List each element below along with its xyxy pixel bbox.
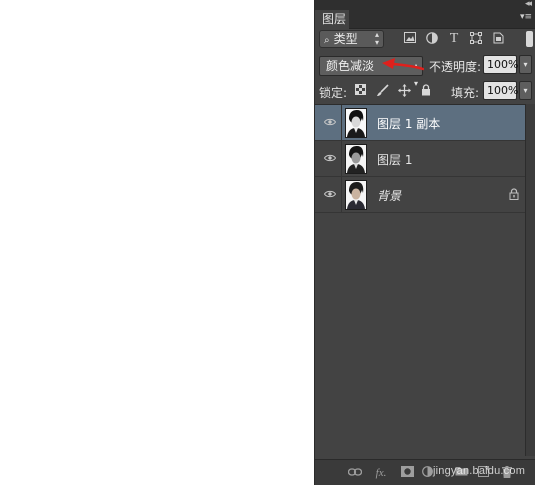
layer-name: 背景 bbox=[377, 189, 402, 203]
lock-row: 锁定: 填充: 100% ▾ bbox=[315, 80, 535, 102]
lock-position-icon[interactable] bbox=[397, 84, 411, 98]
lock-all-icon[interactable] bbox=[419, 84, 433, 98]
lock-label: 锁定: bbox=[319, 86, 348, 100]
add-mask-icon[interactable] bbox=[399, 466, 415, 480]
layer-thumbnail bbox=[345, 144, 367, 174]
layers-panel: ◂◂ 图层 ▾≡ ⌕ 类型 ▴ ▾ T 颜色减淡 ▴ ▾ 不透明度: 100% ▾ bbox=[314, 0, 535, 485]
fill-slider-button[interactable]: ▾ bbox=[519, 81, 532, 100]
opacity-slider-button[interactable]: ▾ bbox=[519, 55, 532, 74]
lock-transparent-pixels-icon[interactable] bbox=[353, 84, 367, 98]
fill-label: 填充: bbox=[451, 86, 480, 100]
watermark-text: jingyan.baidu.com bbox=[433, 465, 526, 477]
search-icon: ⌕ bbox=[324, 35, 330, 46]
blend-mode-value: 颜色减淡 bbox=[326, 59, 375, 73]
red-annotation-arrow-icon bbox=[382, 58, 424, 71]
layer-row[interactable]: 图层 1 副本 bbox=[315, 105, 525, 141]
adjustment-filter-icon[interactable] bbox=[425, 32, 439, 46]
smart-object-filter-icon[interactable] bbox=[491, 32, 505, 46]
layers-list: 图层 1 副本 图层 1 背景 bbox=[315, 104, 535, 457]
filter-toggle-switch[interactable] bbox=[526, 31, 533, 47]
collapse-panel-icon[interactable]: ◂◂ bbox=[525, 0, 532, 9]
row-divider bbox=[341, 105, 342, 141]
opacity-label: 不透明度: bbox=[429, 60, 482, 74]
updown-arrows-icon: ▴ ▾ bbox=[374, 30, 379, 47]
shape-filter-icon[interactable] bbox=[469, 32, 483, 46]
type-filter-icon[interactable]: T bbox=[447, 32, 461, 46]
row-divider bbox=[341, 141, 342, 177]
blend-row: 颜色减淡 ▴ ▾ 不透明度: 100% ▾ bbox=[315, 54, 535, 88]
fill-input[interactable]: 100% bbox=[483, 81, 518, 100]
layer-style-icon[interactable]: fx. bbox=[373, 466, 389, 480]
filter-kind-select[interactable]: ⌕ 类型 ▴ ▾ bbox=[319, 30, 384, 48]
layer-name: 图层 1 副本 bbox=[377, 117, 441, 131]
layers-footer-toolbar: fx. jingyan.baidu.com bbox=[315, 459, 535, 485]
eye-icon[interactable] bbox=[323, 188, 337, 202]
panel-tab-row: 图层 ▾≡ bbox=[315, 10, 535, 29]
link-layers-icon[interactable] bbox=[347, 466, 363, 480]
layer-row[interactable]: 背景 bbox=[315, 177, 525, 213]
layer-filter-row: ⌕ 类型 ▴ ▾ T bbox=[315, 28, 535, 50]
layer-row[interactable]: 图层 1 bbox=[315, 141, 525, 177]
layer-name: 图层 1 bbox=[377, 153, 413, 167]
layer-lock-icon bbox=[507, 188, 521, 202]
lock-image-pixels-icon[interactable] bbox=[375, 84, 389, 98]
panel-topbar: ◂◂ bbox=[315, 0, 535, 10]
image-filter-icon[interactable] bbox=[403, 32, 417, 46]
layers-scrollbar[interactable] bbox=[525, 104, 535, 456]
layer-thumbnail bbox=[345, 180, 367, 210]
document-canvas[interactable] bbox=[0, 0, 314, 485]
opacity-input[interactable]: 100% bbox=[483, 55, 518, 74]
row-divider bbox=[341, 177, 342, 213]
tab-layers[interactable]: 图层 bbox=[315, 10, 349, 29]
eye-icon[interactable] bbox=[323, 116, 337, 130]
filter-kind-label: 类型 bbox=[333, 32, 358, 46]
eye-icon[interactable] bbox=[323, 152, 337, 166]
layer-thumbnail bbox=[345, 108, 367, 138]
panel-menu-icon[interactable]: ▾≡ bbox=[520, 12, 532, 22]
